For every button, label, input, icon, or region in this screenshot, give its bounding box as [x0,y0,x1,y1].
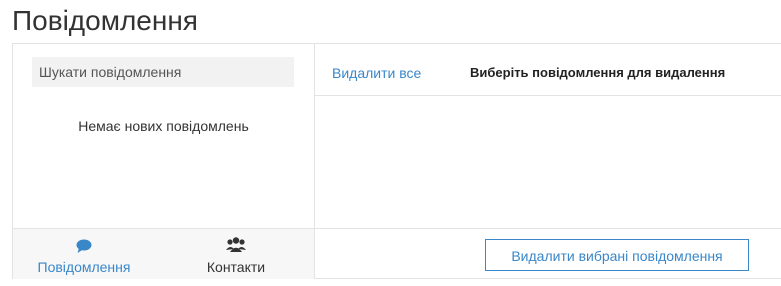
page-title: Повідомлення [12,5,198,36]
tab-contacts[interactable]: Контакти [171,235,301,275]
delete-selected-button[interactable]: Видалити вибрані повідомлення [485,239,749,271]
messages-panel: Шукати повідомлення Немає нових повідомл… [12,43,781,279]
message-detail-pane: Видалити все Виберіть повідомлення для в… [315,44,781,278]
tab-contacts-label: Контакти [206,259,266,275]
tab-messages[interactable]: Повідомлення [19,235,149,275]
conversation-list-pane: Шукати повідомлення Немає нових повідомл… [13,44,315,279]
detail-toolbar: Видалити все Виберіть повідомлення для в… [315,44,781,96]
empty-messages-text: Немає нових повідомлень [78,118,249,134]
tab-messages-label: Повідомлення [37,259,131,275]
select-prompt-text: Виберіть повідомлення для видалення [470,65,726,80]
chat-bubble-icon [76,239,92,253]
search-input[interactable]: Шукати повідомлення [32,57,294,87]
pane-tabs: Повідомлення Контакти [13,228,314,279]
delete-all-link[interactable]: Видалити все [332,65,421,81]
users-icon [226,237,246,252]
detail-footer: Видалити вибрані повідомлення [315,228,781,279]
